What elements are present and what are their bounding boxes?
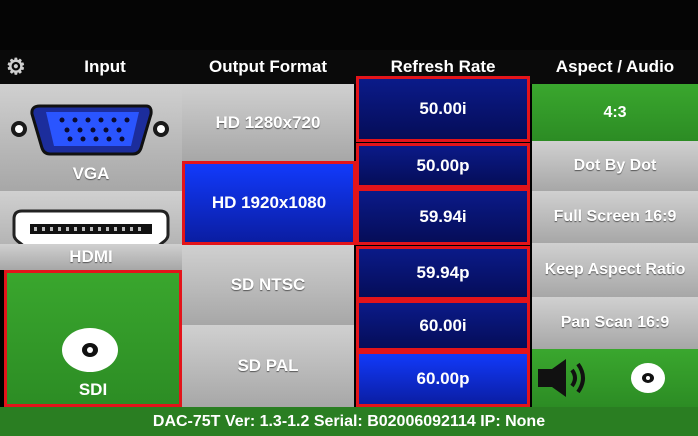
header-aspect-audio: Aspect / Audio xyxy=(555,57,675,76)
top-black-area xyxy=(0,0,698,50)
header-bar: ⚙ Input Output Format Refresh Rate Aspec… xyxy=(0,50,698,84)
input-vga-button[interactable]: VGA xyxy=(0,84,182,191)
refresh-rate-5994i[interactable]: 59.94i xyxy=(356,188,530,245)
aspect-full-screen[interactable]: Full Screen 16:9 xyxy=(532,191,698,243)
status-bar: DAC-75T Ver: 1.3-1.2 Serial: B0200609211… xyxy=(0,407,698,436)
aspect-pan-scan[interactable]: Pan Scan 16:9 xyxy=(532,297,698,349)
aspect-keep-ratio[interactable]: Keep Aspect Ratio xyxy=(532,243,698,297)
sdi-label: SDI xyxy=(78,380,108,399)
hdmi-label: HDMI xyxy=(0,244,182,270)
refresh-rate-50i[interactable]: 50.00i xyxy=(356,76,530,142)
refresh-rate-50p[interactable]: 50.00p xyxy=(356,143,530,188)
header-input: Input xyxy=(84,57,126,76)
bnc-audio-icon[interactable] xyxy=(631,363,665,393)
refresh-rate-60p[interactable]: 60.00p xyxy=(356,351,530,407)
vga-label: VGA xyxy=(72,164,110,183)
device-screen: ⚙ Input Output Format Refresh Rate Aspec… xyxy=(0,0,698,436)
speaker-icon[interactable] xyxy=(538,359,585,397)
output-format-hd720[interactable]: HD 1280x720 xyxy=(182,84,354,161)
header-output-format: Output Format xyxy=(208,57,328,76)
output-format-sd-pal[interactable]: SD PAL xyxy=(182,325,354,407)
aspect-dot-by-dot[interactable]: Dot By Dot xyxy=(532,141,698,191)
gear-icon[interactable]: ⚙ xyxy=(6,56,28,78)
audio-panel xyxy=(532,349,698,407)
output-format-sd-ntsc[interactable]: SD NTSC xyxy=(182,245,354,325)
aspect-4-3[interactable]: 4:3 xyxy=(532,84,698,141)
refresh-rate-60i[interactable]: 60.00i xyxy=(356,300,530,351)
input-sdi-button[interactable]: SDI xyxy=(4,270,182,407)
refresh-rate-5994p[interactable]: 59.94p xyxy=(356,246,530,300)
output-format-hd1080[interactable]: HD 1920x1080 xyxy=(182,161,356,245)
